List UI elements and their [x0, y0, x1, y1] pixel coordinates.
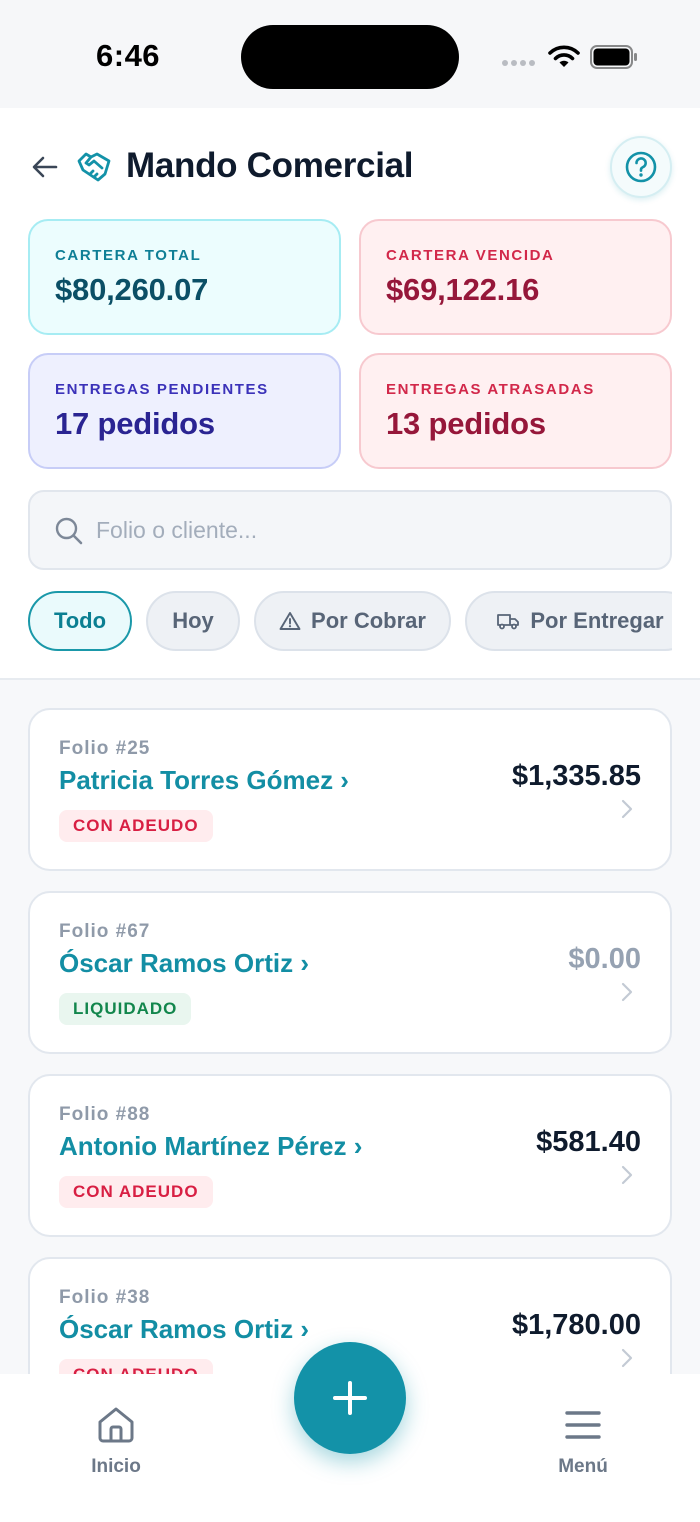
chevron-right-icon	[621, 1348, 633, 1368]
order-amount: $0.00	[568, 943, 641, 975]
stat-label: ENTREGAS PENDIENTES	[55, 381, 269, 398]
wifi-icon	[548, 45, 580, 67]
status-badge: LIQUIDADO	[59, 993, 192, 1025]
search-input[interactable]	[96, 494, 656, 566]
stat-value: $80,260.07	[55, 272, 209, 307]
signal-icon	[502, 60, 535, 66]
search-bar[interactable]	[28, 490, 672, 570]
chip-label: Todo	[53, 608, 107, 633]
chip-label: Por Entregar	[530, 608, 664, 633]
order-folio: Folio #25	[59, 738, 151, 759]
status-badge: CON ADEUDO	[59, 1176, 213, 1208]
stat-card-entregas-atrasadas[interactable]: ENTREGAS ATRASADAS 13 pedidos	[359, 353, 672, 469]
warning-icon	[279, 612, 301, 630]
stat-card-cartera-total[interactable]: CARTERA TOTAL $80,260.07	[28, 219, 341, 335]
status-badge: CON ADEUDO	[59, 1359, 213, 1374]
order-card[interactable]: Folio #25 Patricia Torres Gómez › CON AD…	[28, 708, 672, 871]
order-folio: Folio #38	[59, 1287, 151, 1308]
order-client-link[interactable]: Patricia Torres Gómez ›	[59, 765, 349, 796]
chevron-right-icon	[621, 982, 633, 1002]
stat-value: 17 pedidos	[55, 406, 215, 441]
stat-label: CARTERA TOTAL	[55, 247, 202, 264]
search-icon	[55, 517, 83, 545]
order-client-link[interactable]: Óscar Ramos Ortiz ›	[59, 948, 309, 979]
stat-value: $69,122.16	[386, 272, 540, 307]
plus-icon	[333, 1381, 367, 1415]
stat-card-cartera-vencida[interactable]: CARTERA VENCIDA $69,122.16	[359, 219, 672, 335]
back-arrow-icon[interactable]	[30, 152, 60, 182]
order-folio: Folio #88	[59, 1104, 151, 1125]
menu-icon	[565, 1411, 601, 1439]
add-order-fab[interactable]	[294, 1342, 406, 1454]
orders-list: Folio #25 Patricia Torres Gómez › CON AD…	[0, 680, 700, 1374]
dynamic-island	[241, 25, 459, 89]
battery-icon	[590, 45, 637, 69]
stat-card-entregas-pendientes[interactable]: ENTREGAS PENDIENTES 17 pedidos	[28, 353, 341, 469]
home-icon	[98, 1407, 134, 1443]
handshake-icon	[77, 152, 111, 182]
nav-label: Inicio	[91, 1456, 141, 1477]
truck-icon	[497, 614, 520, 630]
order-card[interactable]: Folio #67 Óscar Ramos Ortiz › LIQUIDADO …	[28, 891, 672, 1054]
status-badge: CON ADEUDO	[59, 810, 213, 842]
chip-label: Por Cobrar	[311, 608, 426, 633]
order-amount: $1,780.00	[511, 1309, 641, 1341]
order-client-link[interactable]: Óscar Ramos Ortiz ›	[59, 1314, 309, 1345]
order-amount: $1,335.85	[511, 760, 641, 792]
order-card[interactable]: Folio #88 Antonio Martínez Pérez › CON A…	[28, 1074, 672, 1237]
page-title: Mando Comercial	[126, 146, 414, 185]
filter-chips: Todo Hoy Por Cobrar Por Entregar	[0, 590, 672, 652]
filter-chip-por-entregar[interactable]: Por Entregar	[465, 591, 672, 651]
chevron-right-icon	[621, 1165, 633, 1185]
order-amount: $581.40	[536, 1126, 641, 1158]
stat-value: 13 pedidos	[386, 406, 546, 441]
help-button[interactable]	[610, 136, 672, 198]
order-folio: Folio #67	[59, 921, 151, 942]
app-header: Mando Comercial	[0, 108, 700, 218]
nav-label: Menú	[558, 1456, 608, 1477]
stat-label: CARTERA VENCIDA	[386, 247, 555, 264]
status-bar: 6:46	[0, 0, 700, 108]
status-time: 6:46	[96, 38, 161, 73]
stat-label: ENTREGAS ATRASADAS	[386, 381, 595, 398]
chip-label: Hoy	[172, 608, 214, 633]
filter-chip-por-cobrar[interactable]: Por Cobrar	[254, 591, 451, 651]
nav-item-inicio[interactable]: Inicio	[56, 1374, 176, 1478]
filter-chip-todo[interactable]: Todo	[28, 591, 132, 651]
order-client-link[interactable]: Antonio Martínez Pérez ›	[59, 1131, 362, 1162]
chevron-right-icon	[621, 799, 633, 819]
filter-chip-hoy[interactable]: Hoy	[146, 591, 240, 651]
help-icon	[625, 151, 657, 183]
nav-item-menu[interactable]: Menú	[523, 1374, 643, 1478]
